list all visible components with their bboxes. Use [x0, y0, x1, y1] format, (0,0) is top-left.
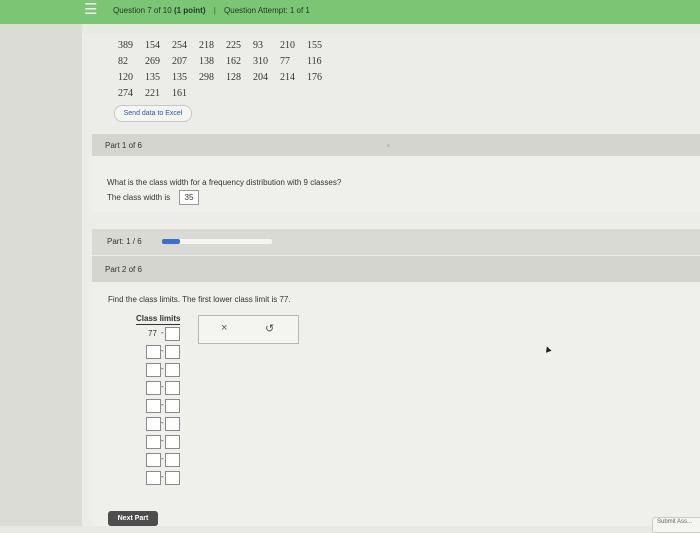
upper-limit-input[interactable]: [165, 363, 180, 377]
submit-assignment-button[interactable]: Submit Ass...: [652, 517, 700, 533]
answer-toolbox: [198, 315, 299, 344]
attempt-label: Question Attempt: 1 of 1: [224, 6, 310, 15]
separator: |: [213, 6, 216, 15]
data-cell: 269: [145, 56, 160, 67]
upper-limit-input[interactable]: [165, 471, 180, 485]
data-cell: 162: [226, 56, 241, 67]
data-cell: 176: [307, 72, 322, 83]
lower-limit-input[interactable]: [146, 345, 161, 359]
hamburger-icon[interactable]: ☰: [84, 2, 98, 18]
data-cell: 210: [280, 40, 295, 51]
progress-text: Part: 1 / 6: [107, 237, 142, 246]
data-cell: 218: [199, 40, 214, 51]
lower-limit-input[interactable]: [146, 471, 161, 485]
data-cell: 82: [118, 56, 128, 67]
upper-limit-input[interactable]: [165, 327, 180, 341]
limit-dash: -: [161, 472, 164, 481]
lower-limit-input[interactable]: [146, 417, 161, 431]
limit-dash: -: [161, 346, 164, 355]
question-info: Question 7 of 10 (1 point) | Question At…: [113, 6, 310, 15]
data-cell: 93: [253, 40, 263, 51]
lower-limit-input[interactable]: [146, 435, 161, 449]
lower-limit-input[interactable]: [146, 399, 161, 413]
data-cell: 155: [307, 40, 322, 51]
lower-limit-input[interactable]: [146, 381, 161, 395]
part2-body: [92, 282, 700, 526]
data-cell: 221: [145, 88, 160, 99]
data-table: 389 154 254 218 225 93 210 155 82 269 207 138 162 310…: [112, 38, 328, 102]
upper-limit-input[interactable]: [165, 399, 180, 413]
limit-dash: -: [161, 328, 164, 337]
question-label: Question 7 of 10: [113, 6, 172, 15]
class-limits-header: Class limits: [136, 314, 181, 325]
class-width-label: The class width is: [107, 193, 171, 202]
next-part-button[interactable]: Next Part: [108, 511, 158, 526]
limit-dash: -: [161, 364, 164, 373]
data-cell: 214: [280, 72, 295, 83]
upper-limit-input[interactable]: [165, 435, 180, 449]
data-row: 120 135 135 298 128 204 214 176: [112, 70, 328, 86]
data-cell: 135: [172, 72, 187, 83]
limit-dash: -: [161, 454, 164, 463]
part1-header: Part 1 of 6: [92, 134, 700, 156]
first-lower-limit: 77: [148, 329, 157, 338]
data-cell: 310: [253, 56, 268, 67]
part2-title: Part 2 of 6: [105, 265, 142, 274]
send-to-excel-button[interactable]: Send data to Excel: [114, 105, 192, 122]
upper-limit-input[interactable]: [165, 417, 180, 431]
limit-dash: -: [161, 436, 164, 445]
data-cell: 135: [145, 72, 160, 83]
data-cell: 274: [118, 88, 133, 99]
data-row: 82 269 207 138 162 310 77 116: [112, 54, 328, 70]
progress-fill: [162, 239, 180, 244]
close-icon[interactable]: ×: [221, 322, 227, 334]
data-cell: 154: [145, 40, 160, 51]
data-cell: 207: [172, 56, 187, 67]
progress-label: Part: 1 / 6: [107, 237, 142, 246]
part2-question: Find the class limits. The first lower c…: [108, 295, 291, 304]
undo-icon[interactable]: ↺: [265, 322, 274, 335]
data-cell: 77: [280, 56, 290, 67]
upper-limit-input[interactable]: [165, 381, 180, 395]
data-cell: 298: [199, 72, 214, 83]
decorative-dot: [387, 144, 390, 147]
data-cell: 389: [118, 40, 133, 51]
points-label: (1 point): [173, 6, 206, 15]
upper-limit-input[interactable]: [165, 345, 180, 359]
lower-limit-input[interactable]: [146, 453, 161, 467]
limit-dash: -: [161, 382, 164, 391]
data-cell: 254: [172, 40, 187, 51]
data-cell: 225: [226, 40, 241, 51]
part2-header: Part 2 of 6: [92, 256, 700, 282]
part1-title: Part 1 of 6: [105, 141, 142, 150]
data-cell: 138: [199, 56, 214, 67]
data-row: 274 221 161: [112, 86, 328, 102]
class-width-input[interactable]: 35: [179, 190, 199, 205]
part1-question: What is the class width for a frequency …: [107, 178, 342, 187]
lower-limit-input[interactable]: [146, 363, 161, 377]
limit-dash: -: [161, 400, 164, 409]
left-margin: [0, 24, 82, 526]
data-row: 389 154 254 218 225 93 210 155: [112, 38, 328, 54]
data-cell: 120: [118, 72, 133, 83]
upper-limit-input[interactable]: [165, 453, 180, 467]
data-cell: 116: [307, 56, 322, 67]
data-cell: 161: [172, 88, 187, 99]
top-bar: ☰ Question 7 of 10 (1 point) | Question …: [0, 0, 700, 24]
data-cell: 204: [253, 72, 268, 83]
data-cell: 128: [226, 72, 241, 83]
limit-dash: -: [161, 418, 164, 427]
